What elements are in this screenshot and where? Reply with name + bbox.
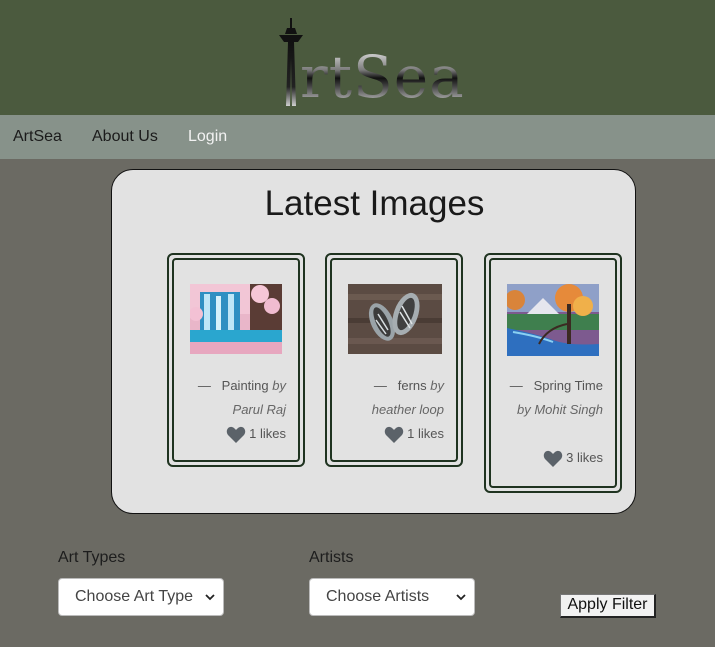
by-label: by [430, 378, 444, 393]
spring-time-painting-thumbnail[interactable] [507, 284, 599, 356]
art-type-select-value: Choose Art Type [75, 588, 193, 605]
heart-icon[interactable] [543, 450, 563, 468]
likes-count: 1 likes [249, 426, 286, 441]
chevron-down-icon [205, 594, 215, 601]
artists-select-value: Choose Artists [326, 588, 430, 605]
likes-count: 1 likes [407, 426, 444, 441]
nav-artsea[interactable]: ArtSea [13, 127, 62, 147]
by-label: by [272, 378, 286, 393]
image-title: ferns [397, 378, 427, 393]
apply-filter-button[interactable]: Apply Filter [560, 594, 656, 618]
nav-about-us[interactable]: About Us [92, 127, 158, 147]
latest-images-panel: Latest Images — Painting by Parul Raj 1 … [111, 169, 636, 514]
likes-row: 3 likes [499, 446, 603, 470]
image-title: Spring Time [533, 378, 603, 393]
artist-name: heather loop [371, 402, 444, 417]
image-caption: — Spring Time by Mohit Singh [499, 374, 603, 422]
caption-dash: — [197, 378, 211, 393]
image-card-inner: — Spring Time by Mohit Singh 3 likes [489, 258, 617, 488]
image-title: Painting [221, 378, 269, 393]
navbar: ArtSea About Us Login [0, 115, 715, 159]
nav-login[interactable]: Login [188, 127, 227, 147]
image-caption: — ferns by heather loop [340, 374, 444, 422]
artsea-logo[interactable]: rtSea [276, 18, 471, 108]
image-card[interactable]: — Spring Time by Mohit Singh 3 likes [484, 253, 622, 493]
image-card-inner: — Painting by Parul Raj 1 likes [172, 258, 300, 462]
artists-select[interactable]: Choose Artists [309, 578, 475, 616]
latest-images-title: Latest Images [264, 184, 485, 223]
image-card-inner: — ferns by heather loop 1 likes [330, 258, 458, 462]
likes-count: 3 likes [566, 450, 603, 465]
heart-icon[interactable] [384, 426, 404, 444]
caption-dash: — [509, 378, 523, 393]
artists-label: Artists [309, 549, 354, 566]
image-card[interactable]: — ferns by heather loop 1 likes [325, 253, 463, 467]
chevron-down-icon [456, 594, 466, 601]
art-type-select[interactable]: Choose Art Type [58, 578, 224, 616]
art-types-label: Art Types [58, 549, 126, 566]
artist-name: Parul Raj [232, 402, 286, 417]
ferns-photo-thumbnail[interactable] [348, 284, 442, 354]
image-card[interactable]: — Painting by Parul Raj 1 likes [167, 253, 305, 467]
artist-name: Mohit Singh [534, 402, 603, 417]
heart-icon[interactable] [226, 426, 246, 444]
image-caption: — Painting by Parul Raj [182, 374, 286, 422]
by-label: by [516, 402, 531, 417]
header: rtSea [0, 0, 715, 115]
waterfall-painting-thumbnail[interactable] [190, 284, 282, 354]
likes-row: 1 likes [182, 422, 286, 446]
caption-dash: — [373, 378, 387, 393]
logo-text: rtSea [300, 43, 465, 111]
likes-row: 1 likes [340, 422, 444, 446]
